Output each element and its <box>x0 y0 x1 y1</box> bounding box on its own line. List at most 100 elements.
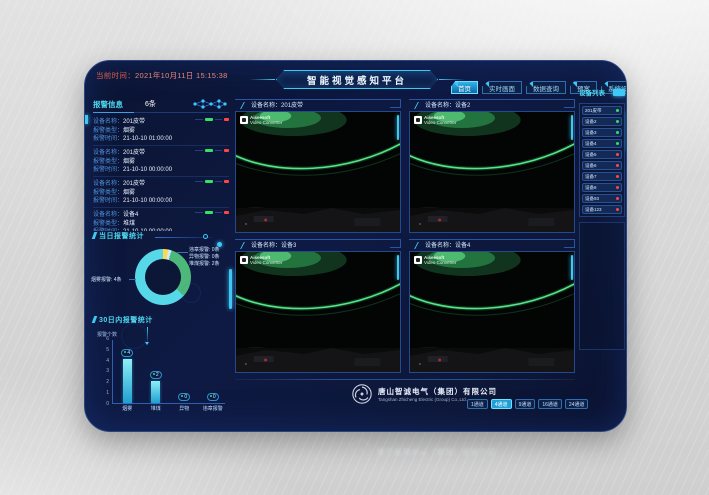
device-list-scrollbar[interactable] <box>627 111 628 151</box>
title-wing-left <box>249 79 275 80</box>
alarm-entry[interactable]: 设备名称：201皮带 报警类型：烟雾 报警时间：21-10-10 00:00:0… <box>93 177 229 208</box>
device-value: 设备4 <box>123 212 138 218</box>
y-tick: 1 <box>97 391 109 396</box>
channel-button[interactable]: 24通道 <box>565 399 589 409</box>
channel-button[interactable]: 1通道 <box>467 399 488 409</box>
device-list-spacer <box>579 222 625 350</box>
dismiss-button[interactable] <box>224 211 229 214</box>
nav-button[interactable]: 实时画面 <box>482 81 522 94</box>
alarm-type-label: 报警类型： <box>93 128 123 134</box>
alarm-type-value: 烟雾 <box>123 190 135 196</box>
video-frame-image <box>410 252 574 372</box>
alarm-time-label: 报警时间： <box>93 167 123 173</box>
device-list-item[interactable]: 设备5 <box>582 150 622 159</box>
y-axis-ticks: 6543210 <box>97 337 109 407</box>
control-track <box>195 181 203 182</box>
device-name: 设备93 <box>585 196 599 202</box>
bar-value-badge: 4 <box>121 349 133 357</box>
video-panel-title: 设备名称：设备2 <box>409 99 575 111</box>
decor-node <box>203 234 208 239</box>
title-wing-right <box>439 79 465 80</box>
alarm-list: 设备名称：201皮带 报警类型：烟雾 报警时间：21-10-10 01:00:0… <box>93 115 229 231</box>
sidebar-scrollbar[interactable] <box>229 269 232 309</box>
video-panel-2[interactable]: 设备名称：设备2 <box>409 99 575 233</box>
device-list-item[interactable]: 设备2 <box>582 117 622 126</box>
donut-legend-right: 违章报警: 0条 异物报警: 0条 堆煤报警: 2条 <box>189 247 220 268</box>
video-panel-1[interactable]: 设备名称：201皮带 <box>235 99 401 233</box>
alarm-time-label: 报警时间： <box>93 136 123 142</box>
control-track <box>195 150 203 151</box>
device-list-item[interactable]: 设备6 <box>582 161 622 170</box>
control-track <box>215 119 223 120</box>
device-list-collapse-button[interactable] <box>613 89 625 96</box>
confirm-button[interactable] <box>205 180 213 183</box>
device-name: 设备123 <box>585 207 602 213</box>
dismiss-button[interactable] <box>224 149 229 152</box>
video-feed[interactable]: AiseesoftVideo Converter <box>409 111 575 233</box>
video-panel-title: 设备名称：设备3 <box>235 239 401 251</box>
video-frame-image <box>410 112 574 232</box>
dismiss-button[interactable] <box>224 118 229 121</box>
channel-button[interactable]: 4通道 <box>491 399 512 409</box>
device-list-item[interactable]: 设备93 <box>582 194 622 203</box>
panel-scrollbar[interactable] <box>571 115 573 140</box>
confirm-button[interactable] <box>205 149 213 152</box>
watermark: AiseesoftVideo Converter <box>240 256 282 265</box>
bar-category-label: 违章报警 <box>203 405 223 412</box>
video-panel-4[interactable]: 设备名称：设备4 <box>409 239 575 373</box>
alarm-entry-controls <box>195 180 229 183</box>
panel-scrollbar[interactable] <box>397 115 399 140</box>
alarm-type-value: 烟雾 <box>123 159 135 165</box>
alarm-entry-controls <box>195 118 229 121</box>
bar-value-badge: 2 <box>150 371 162 379</box>
dismiss-button[interactable] <box>224 180 229 183</box>
video-feed[interactable]: AiseesoftVideo Converter <box>235 111 401 233</box>
device-list-item[interactable]: 设备7 <box>582 172 622 181</box>
video-panel-3[interactable]: 设备名称：设备3 <box>235 239 401 373</box>
bar-column: 0 异物 <box>170 337 199 403</box>
device-list-item[interactable]: 设备123 <box>582 205 622 214</box>
device-status-dot <box>616 109 619 112</box>
device-list-item[interactable]: 设备3 <box>582 128 622 137</box>
channel-button[interactable]: 16通道 <box>538 399 562 409</box>
channel-layout-buttons: 1通道4通道9通道16通道24通道 <box>467 399 588 409</box>
alarm-header-divider <box>93 112 229 113</box>
alarm-panel-title: 报警信息 <box>93 99 123 110</box>
alarm-count-badge: 6条 <box>145 99 156 109</box>
device-status-dot <box>616 164 619 167</box>
device-name: 设备7 <box>585 174 597 180</box>
video-feed[interactable]: AiseesoftVideo Converter <box>409 251 575 373</box>
alarm-entry-controls <box>195 211 229 214</box>
device-label: 设备名称： <box>93 181 123 187</box>
aiseesoft-logo-icon <box>414 116 422 124</box>
nav-button[interactable]: 数据查询 <box>526 81 566 94</box>
legend-item: 违章报警: 0条 <box>189 247 220 254</box>
alarm-type-label: 报警类型： <box>93 159 123 165</box>
alarm-entry[interactable]: 设备名称：201皮带 报警类型：烟雾 报警时间：21-10-10 00:00:0… <box>93 146 229 177</box>
nav-button[interactable]: 首页 <box>451 81 478 94</box>
device-status-dot <box>616 120 619 123</box>
alarm-type-label: 报警类型： <box>93 190 123 196</box>
daily-stats-title: 当日报警统计 <box>93 231 144 241</box>
device-name: 设备5 <box>585 152 597 158</box>
watermark: AiseesoftVideo Converter <box>414 256 456 265</box>
device-list-item[interactable]: 设备8 <box>582 183 622 192</box>
control-track <box>195 212 203 213</box>
alarm-entry[interactable]: 设备名称：201皮带 报警类型：烟雾 报警时间：21-10-10 01:00:0… <box>93 115 229 146</box>
panel-scrollbar[interactable] <box>397 255 399 280</box>
alarm-entry[interactable]: 设备名称：设备4 报警类型：堆煤 报警时间：21-10-10 00:00:00 <box>93 208 229 231</box>
alarm-panel-header: 报警信息 6条 <box>93 97 229 111</box>
aiseesoft-logo-icon <box>240 256 248 264</box>
device-status-dot <box>616 208 619 211</box>
panel-scrollbar[interactable] <box>571 255 573 280</box>
device-list-item[interactable]: 201皮带 <box>582 106 622 115</box>
video-wall: 设备名称：201皮带 <box>235 99 575 377</box>
video-feed[interactable]: AiseesoftVideo Converter <box>235 251 401 373</box>
confirm-button[interactable] <box>205 211 213 214</box>
bar-column: 0 违章报警 <box>199 337 228 403</box>
channel-button[interactable]: 9通道 <box>515 399 536 409</box>
device-list-item[interactable]: 设备4 <box>582 139 622 148</box>
molecule-icon <box>191 98 229 111</box>
control-track <box>215 212 223 213</box>
confirm-button[interactable] <box>205 118 213 121</box>
